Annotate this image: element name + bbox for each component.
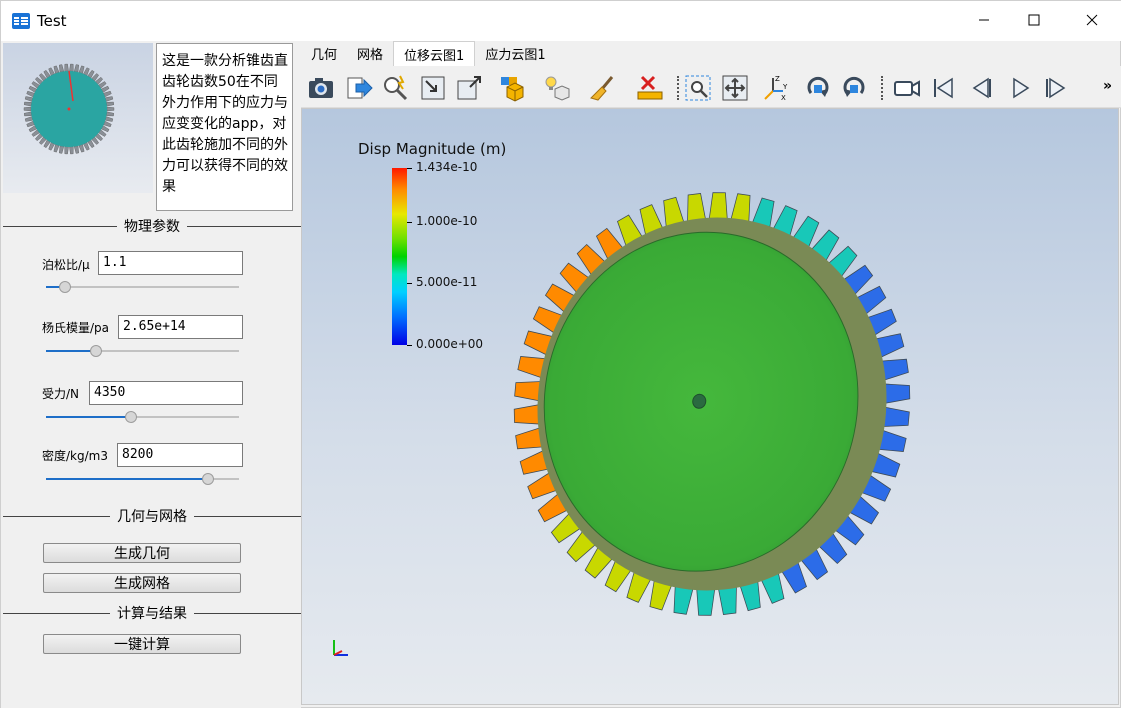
thumb-tooth [69,146,74,155]
thumb-tooth [103,120,112,128]
axes-orientation-icon[interactable]: ZYX [761,73,791,103]
section-physics-header: 物理参数 [3,216,301,236]
camera-icon[interactable] [306,73,336,103]
youngs-input[interactable]: 2.65e+14 [118,315,243,339]
thumb-tooth [64,63,69,72]
thumb-tooth [73,145,79,154]
video-camera-icon[interactable] [892,73,922,103]
thumb-tooth [73,64,79,73]
render-viewport[interactable]: Disp Magnitude (m) 1.434e-10 1.000e-10 5.0… [301,108,1119,705]
poisson-input[interactable]: 1.1 [98,251,243,275]
youngs-label: 杨氏模量/pa [42,321,110,335]
density-slider[interactable] [46,472,239,486]
tab-stress[interactable]: 应力云图1 [475,41,555,66]
axes-triad-icon [330,637,352,662]
thumb-tooth [105,96,114,102]
thumb-tooth [59,145,65,154]
thumb-tooth [23,101,32,107]
tab-geometry[interactable]: 几何 [301,41,347,66]
rotate-ccw-icon[interactable] [839,73,869,103]
fit-view-icon[interactable] [720,73,750,103]
svg-text:Z: Z [775,75,780,83]
minimize-button[interactable] [961,1,1007,41]
export-icon[interactable] [344,73,374,103]
maximize-icon [1027,13,1041,30]
thumb-tooth [69,63,74,72]
thumb-tooth [23,106,32,112]
close-button[interactable] [1069,1,1115,41]
brush-icon[interactable] [588,73,618,103]
first-frame-icon[interactable] [928,73,958,103]
app-window: Test 这是一款分析锥齿直齿轮齿数50在不同外力作用下的应力与应变变化的app… [0,0,1121,708]
last-frame-icon[interactable] [1041,73,1071,103]
zoom-interactive-icon[interactable] [380,73,410,103]
section-geometry-label: 几何与网格 [117,509,187,525]
thumb-tooth [106,111,115,117]
section-geometry-header: 几何与网格 [3,506,301,526]
box-select-icon[interactable] [418,73,448,103]
thumb-tooth [23,111,32,117]
thumb-tooth [106,106,115,112]
left-control-panel: 这是一款分析锥齿直齿轮齿数50在不同外力作用下的应力与应变变化的app，对此齿轮… [1,41,301,708]
tab-bar: 几何 网格 位移云图1 应力云图1 [301,41,1121,66]
thumb-tooth [26,90,35,98]
close-icon [1085,13,1099,30]
generate-mesh-button[interactable]: 生成网格 [43,573,241,593]
cube-color-icon[interactable] [497,73,527,103]
thumb-tooth [53,144,60,153]
thumb-tooth [53,65,60,74]
generate-geometry-button[interactable]: 生成几何 [43,543,241,563]
box-expand-icon[interactable] [454,73,484,103]
viewer-toolbar: ZYX » [301,66,1121,108]
thumb-tooth [105,116,114,122]
section-compute-label: 计算与结果 [117,606,187,622]
density-label: 密度/kg/m3 [42,449,108,463]
slider-thumb[interactable] [90,345,103,357]
light-cube-icon[interactable] [543,73,573,103]
thumb-tooth [24,116,33,122]
thumb-tooth [59,64,65,73]
svg-text:Y: Y [782,83,788,91]
force-input[interactable]: 4350 [89,381,243,405]
rotate-cw-icon[interactable] [803,73,833,103]
youngs-slider[interactable] [46,344,239,358]
force-slider[interactable] [46,410,239,424]
zoom-to-box-icon[interactable] [683,73,713,103]
thumb-tooth [106,101,115,107]
tab-displacement[interactable]: 位移云图1 [393,41,476,66]
tab-mesh[interactable]: 网格 [347,41,393,66]
previous-frame-icon[interactable] [966,73,996,103]
poisson-slider[interactable] [46,280,239,294]
force-label: 受力/N [42,387,80,401]
slider-thumb[interactable] [59,281,72,293]
thumb-tooth [78,144,85,153]
section-physics-label: 物理参数 [124,219,180,235]
maximize-button[interactable] [1011,1,1057,41]
slider-thumb[interactable] [202,473,215,485]
thumb-tooth [26,120,35,128]
slider-thumb[interactable] [124,411,137,423]
thumb-tooth [78,65,85,74]
toolbar-overflow-icon[interactable]: » [1103,78,1112,94]
title-bar: Test [1,1,1121,41]
gear-preview-image [3,43,153,193]
poisson-label: 泊松比/μ [42,258,90,272]
minimize-icon [977,13,991,30]
play-icon[interactable] [1005,73,1035,103]
ruler-delete-icon[interactable] [635,73,665,103]
section-compute-header: 计算与结果 [3,603,301,623]
visualization-panel: 几何 网格 位移云图1 应力云图1 Z Y X » Disp Magnitude… [301,41,1121,708]
thumb-tooth [24,96,33,102]
app-table-icon [11,11,31,31]
compute-button[interactable]: 一键计算 [43,634,241,654]
gear-model[interactable] [302,109,1119,705]
density-input[interactable]: 8200 [117,443,243,467]
svg-text:X: X [781,94,786,102]
window-title: Test [37,12,67,30]
app-description: 这是一款分析锥齿直齿轮齿数50在不同外力作用下的应力与应变变化的app，对此齿轮… [156,43,293,211]
thumb-tooth [64,146,69,155]
thumb-tooth [103,90,112,98]
